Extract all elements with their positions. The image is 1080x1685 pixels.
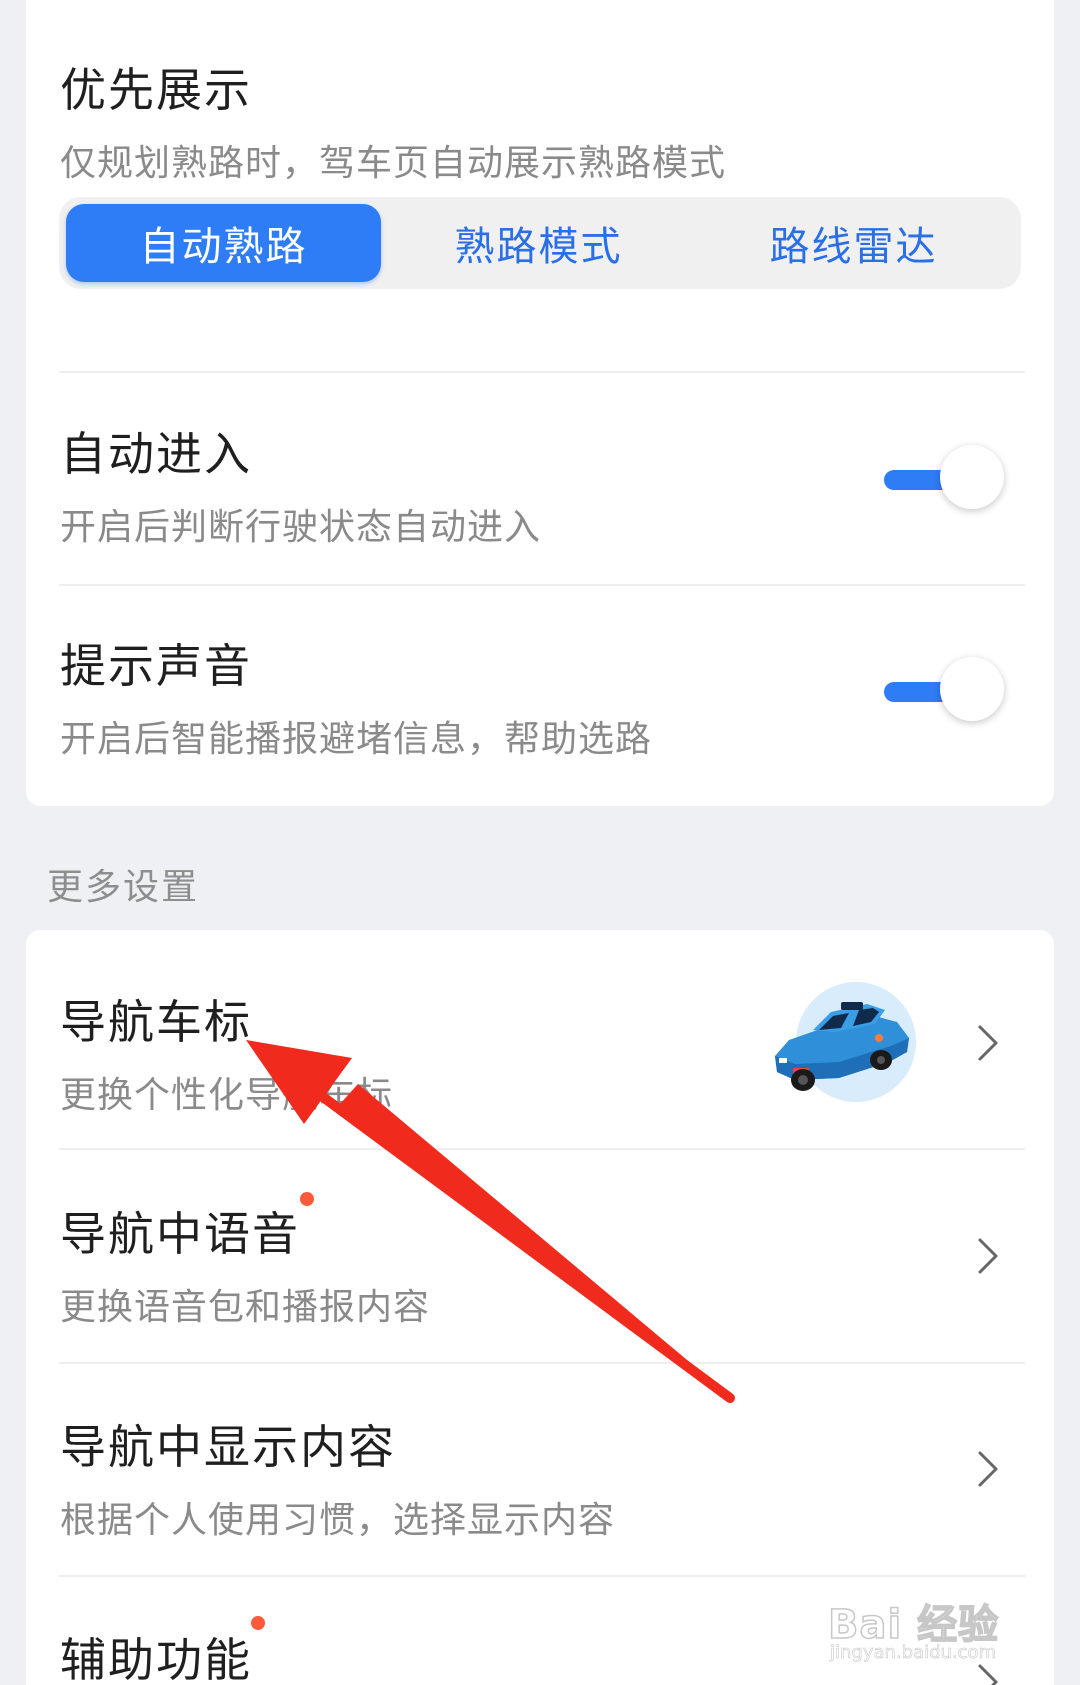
auto-enter-title: 自动进入 [60, 427, 252, 481]
nav-display-subtitle: 根据个人使用习惯，选择显示内容 [60, 1500, 616, 1541]
new-badge-dot [300, 1192, 314, 1206]
divider [59, 584, 1025, 586]
chevron-right-icon [974, 1236, 1000, 1276]
sound-subtitle: 开启后智能播报避堵信息，帮助选路 [60, 719, 653, 760]
nav-car-icon-subtitle: 更换个性化导航车标 [60, 1075, 394, 1116]
priority-segmented-control: 自动熟路 熟路模式 路线雷达 [59, 197, 1021, 289]
sound-title: 提示声音 [60, 639, 252, 693]
nav-voice-subtitle: 更换语音包和播报内容 [60, 1287, 431, 1328]
more-settings-label: 更多设置 [47, 867, 200, 908]
chevron-right-icon [974, 1023, 1000, 1063]
new-badge-dot [251, 1616, 265, 1630]
watermark-url: jingyan.baidu.com [830, 1642, 997, 1664]
toggle-knob [940, 445, 1004, 509]
auto-enter-toggle[interactable] [884, 445, 1004, 515]
sound-toggle[interactable] [884, 657, 1004, 727]
chevron-right-icon [974, 1449, 1000, 1489]
segment-auto-familiar[interactable]: 自动熟路 [66, 204, 381, 282]
baidu-jingyan-watermark: Bai 经验 jingyan.baidu.com [827, 1570, 1028, 1670]
divider [59, 1148, 1025, 1150]
priority-subtitle: 仅规划熟路时，驾车页自动展示熟路模式 [60, 143, 727, 184]
priority-title: 优先展示 [60, 63, 252, 117]
divider [59, 371, 1025, 373]
toggle-knob [940, 657, 1004, 721]
divider [59, 1362, 1025, 1364]
accessibility-title: 辅助功能 [60, 1633, 252, 1685]
car-avatar-icon [769, 980, 923, 1104]
nav-display-title: 导航中显示内容 [60, 1420, 396, 1474]
nav-voice-title: 导航中语音 [60, 1207, 300, 1261]
nav-car-icon-title: 导航车标 [60, 995, 252, 1049]
segment-route-radar[interactable]: 路线雷达 [696, 204, 1011, 282]
segment-familiar-mode[interactable]: 熟路模式 [381, 204, 696, 282]
auto-enter-subtitle: 开启后判断行驶状态自动进入 [60, 507, 542, 548]
